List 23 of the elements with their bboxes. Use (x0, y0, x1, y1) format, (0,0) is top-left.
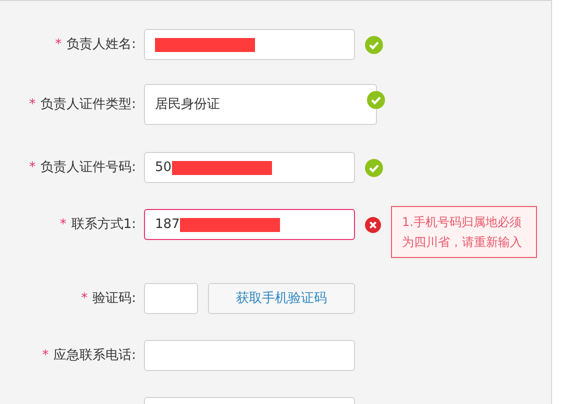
get-code-button[interactable]: 获取手机验证码 (208, 283, 355, 314)
required-asterisk: * (60, 216, 66, 234)
input-field[interactable] (144, 29, 355, 60)
field-label: 负责人姓名: (66, 36, 136, 54)
code-field[interactable] (144, 283, 198, 314)
field-label: 联系方式1: (71, 216, 136, 234)
field-value: 居民身份证 (155, 96, 220, 114)
required-asterisk: * (42, 346, 49, 365)
field-label: 负责人证件号码: (40, 158, 136, 177)
required-asterisk: * (55, 36, 62, 54)
required-asterisk: * (29, 96, 36, 114)
field-label: 应急联系电话: (54, 346, 136, 365)
required-asterisk: * (81, 290, 88, 308)
field-value: 187 (155, 216, 180, 234)
input-field[interactable]: 187 (144, 209, 355, 240)
field-value: 50 (155, 158, 172, 177)
required-asterisk: * (29, 158, 36, 177)
input-field[interactable] (144, 340, 355, 371)
field-label: 验证码: (92, 290, 136, 308)
input-field[interactable]: 50 (144, 152, 355, 183)
error-tooltip: 1.手机号码归属地必须为四川省，请重新输入 (391, 206, 537, 258)
select-field[interactable]: 居民身份证 (144, 84, 377, 125)
field-label: 负责人证件类型: (40, 96, 136, 114)
